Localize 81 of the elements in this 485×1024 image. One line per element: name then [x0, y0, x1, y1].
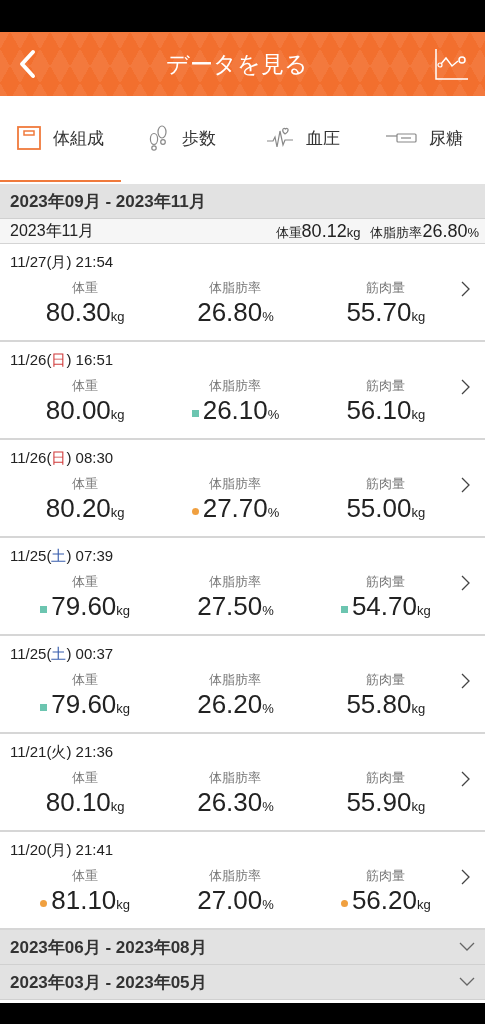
measure-label: 体脂肪率 [209, 377, 262, 395]
chevron-right-icon [461, 477, 471, 493]
measure-value: 81.10kg [51, 885, 131, 916]
chevron-right-icon [461, 771, 471, 787]
record-datetime: 11/21(火) 21:36 [10, 743, 115, 762]
chevron-down-icon [459, 977, 475, 987]
tab[interactable]: 尿糖 [363, 96, 485, 182]
tab[interactable]: 歩数 [121, 96, 243, 182]
measure-label: 筋肉量 [366, 671, 406, 689]
month-label: 2023年11月 [10, 220, 95, 241]
chevron-right-icon [461, 281, 471, 297]
measure-label: 体脂肪率 [209, 279, 262, 297]
measure-label: 体重 [72, 769, 99, 787]
measure-value: 26.30% [197, 787, 274, 818]
line-chart-icon[interactable] [435, 48, 469, 80]
footprints-icon [147, 125, 170, 151]
measure-label: 体脂肪率 [209, 573, 262, 591]
record-datetime: 11/20(月) 21:41 [10, 841, 115, 860]
measure-label: 筋肉量 [366, 279, 406, 297]
measure-value: 27.70% [202, 493, 280, 524]
measure-value: 27.50% [197, 591, 274, 622]
section-header[interactable]: 2023年06月 - 2023年08月 [0, 930, 485, 965]
section-header[interactable]: 2023年09月 - 2023年11月 [0, 184, 485, 219]
tab[interactable]: 血圧 [242, 96, 364, 182]
measure-value: 56.20kg [351, 885, 431, 916]
measure-value: 55.90kg [346, 787, 426, 818]
chevron-right-icon [461, 575, 471, 591]
record-datetime: 11/26(日) 08:30 [10, 449, 115, 468]
chevron-down-icon [459, 942, 475, 952]
measure-value: 27.00% [197, 885, 274, 916]
measure-value: 80.30kg [45, 297, 125, 328]
tab[interactable]: 体組成 [0, 96, 122, 182]
summary-value: 体脂肪率26.80% [370, 220, 479, 242]
measure-label: 体脂肪率 [209, 867, 262, 885]
measure-value: 56.10kg [346, 395, 426, 426]
measure-value: 80.10kg [45, 787, 125, 818]
chevron-right-icon [461, 379, 471, 395]
measure-value: 26.80% [197, 297, 274, 328]
measure-label: 筋肉量 [366, 475, 406, 493]
section-header[interactable]: 2023年03月 - 2023年05月 [0, 965, 485, 1000]
record-row[interactable]: 11/26(日) 16:51 体重 80.00kg 体脂肪率 26.10% 筋肉量 56.10kg [0, 342, 485, 440]
scale-icon [17, 126, 42, 150]
measure-label: 体重 [72, 377, 99, 395]
record-row[interactable]: 11/21(火) 21:36 体重 80.10kg 体脂肪率 26.30% 筋肉量 55.90kg [0, 734, 485, 832]
measure-label: 体重 [72, 573, 99, 591]
measure-label: 体重 [72, 475, 99, 493]
measure-value: 80.00kg [45, 395, 125, 426]
measure-label: 筋肉量 [366, 573, 406, 591]
measure-label: 筋肉量 [366, 769, 406, 787]
chevron-right-icon [461, 869, 471, 885]
measure-label: 筋肉量 [366, 377, 406, 395]
record-datetime: 11/25(土) 07:39 [10, 547, 115, 566]
measure-value: 26.10% [202, 395, 280, 426]
measure-value: 55.00kg [346, 493, 426, 524]
measure-value: 55.80kg [346, 689, 426, 720]
screen-title: データを見る [165, 49, 308, 79]
measure-value: 55.70kg [346, 297, 426, 328]
record-datetime: 11/25(土) 00:37 [10, 645, 115, 664]
measure-label: 体脂肪率 [209, 671, 262, 689]
measure-value: 79.60kg [51, 591, 131, 622]
measure-value: 79.60kg [51, 689, 131, 720]
record-datetime: 11/26(日) 16:51 [10, 351, 115, 370]
measure-label: 体重 [72, 279, 99, 297]
back-icon[interactable] [18, 49, 38, 79]
summary-value: 体重80.12kg [275, 220, 361, 242]
measure-label: 筋肉量 [366, 867, 406, 885]
measure-value: 80.20kg [45, 493, 125, 524]
record-row[interactable]: 11/27(月) 21:54 体重 80.30kg 体脂肪率 26.80% 筋肉量 55.70kg [0, 244, 485, 342]
measure-label: 体脂肪率 [209, 475, 262, 493]
record-row[interactable]: 11/25(土) 00:37 体重 79.60kg 体脂肪率 26.20% 筋肉量 55.80kg [0, 636, 485, 734]
test-strip-icon [385, 132, 418, 144]
chevron-right-icon [461, 673, 471, 689]
measure-label: 体脂肪率 [209, 769, 262, 787]
record-datetime: 11/27(月) 21:54 [10, 253, 115, 272]
record-row[interactable]: 11/25(土) 07:39 体重 79.60kg 体脂肪率 27.50% 筋肉量 54.70kg [0, 538, 485, 636]
measure-value: 26.20% [197, 689, 274, 720]
record-row[interactable]: 11/26(日) 08:30 体重 80.20kg 体脂肪率 27.70% 筋肉量 55.00kg [0, 440, 485, 538]
heartbeat-icon [266, 126, 295, 150]
measure-value: 54.70kg [351, 591, 431, 622]
measure-label: 体重 [72, 867, 99, 885]
measure-label: 体重 [72, 671, 99, 689]
